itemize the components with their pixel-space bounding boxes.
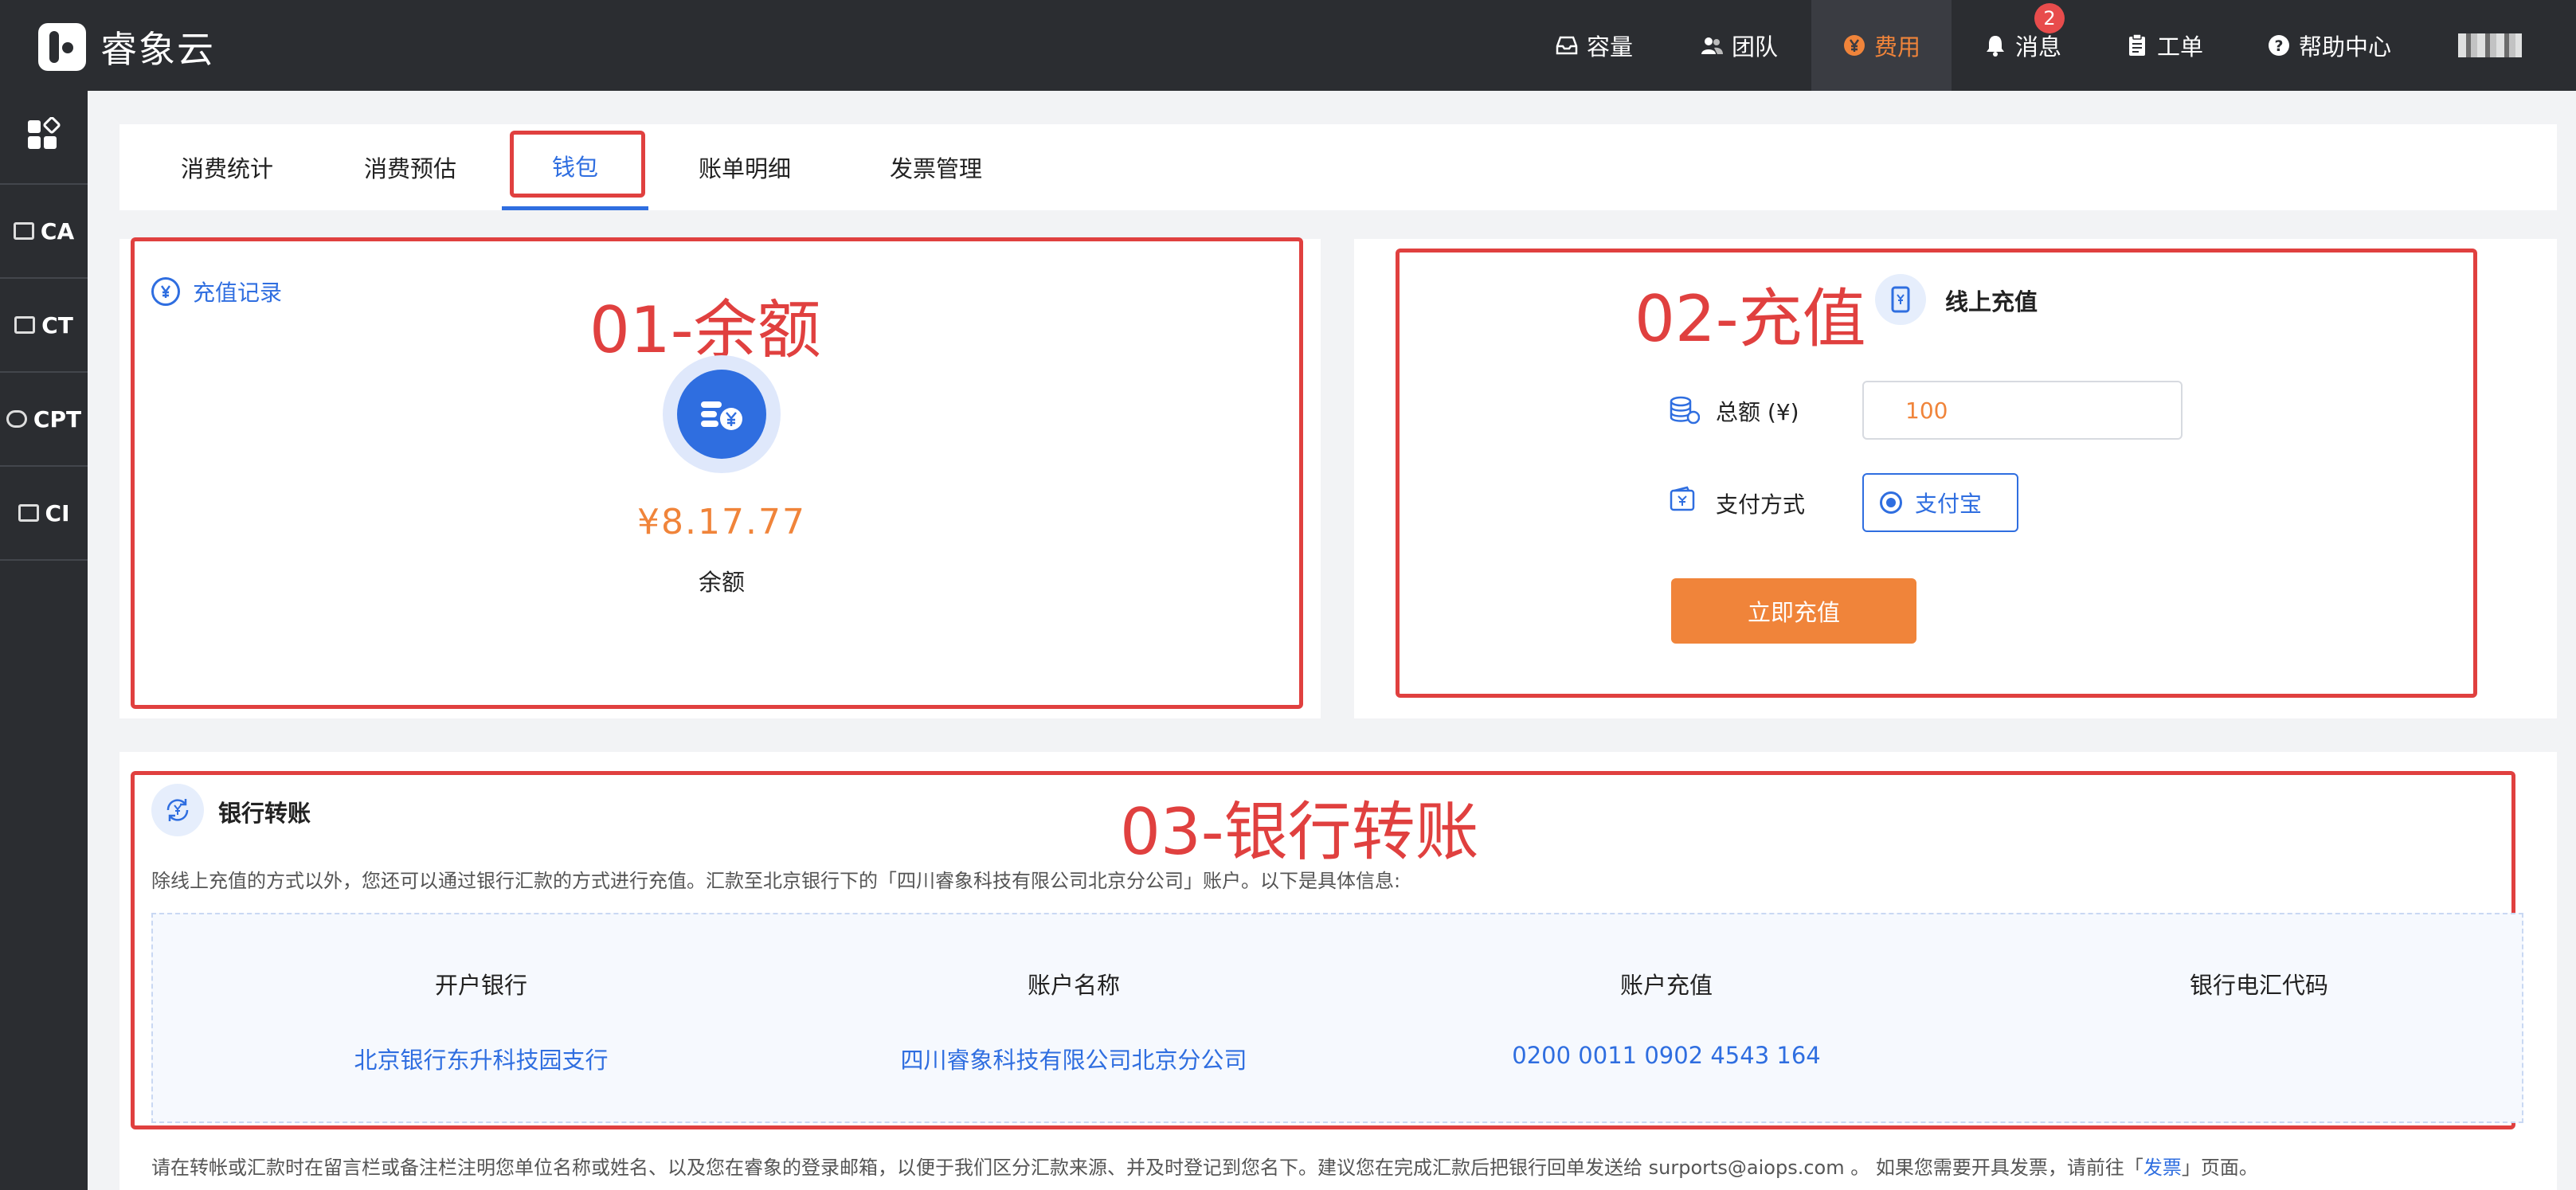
- payment-method-label: 支付方式: [1716, 491, 1806, 518]
- coin-stack-icon: [1668, 395, 1701, 429]
- tab-invoice-management[interactable]: 发票管理: [860, 124, 1012, 210]
- svg-text:?: ?: [2274, 37, 2283, 55]
- yen-icon: [1842, 33, 1866, 57]
- app-name: 睿象云: [100, 28, 215, 71]
- bank-info-table: 开户银行 账户名称 账户充值 银行电汇代码 北京银行东升科技园支行 四川睿象科技…: [151, 913, 2523, 1123]
- monitor-icon: [18, 504, 39, 522]
- team-icon: [1700, 33, 1724, 57]
- nav-item-tickets[interactable]: 工单: [2125, 0, 2203, 91]
- bank-name-value: 北京银行东升科技园支行: [354, 1047, 609, 1074]
- online-recharge-title: 线上充值: [1945, 288, 2038, 315]
- column-header: 开户银行: [434, 972, 527, 999]
- tab-consumption-forecast[interactable]: 消费预估: [335, 124, 486, 210]
- account-name-value: 四川睿象科技有限公司北京分公司: [900, 1047, 1247, 1074]
- footnote-text: 请在转帐或汇款时在留言栏或备注栏注明您单位名称或姓名、以及您在睿象的登录邮箱，以…: [151, 1157, 2143, 1179]
- sidebar-item-ci[interactable]: CI: [0, 467, 88, 561]
- nav-label: 费用: [1873, 33, 1920, 61]
- bank-transfer-intro: 除线上充值的方式以外，您还可以通过银行汇款的方式进行充值。汇款至北京银行下的「四…: [151, 870, 1401, 892]
- records-link-label: 充值记录: [193, 280, 283, 306]
- invoice-link[interactable]: 发票: [2143, 1157, 2182, 1179]
- nav-item-help[interactable]: ? 帮助中心: [2267, 0, 2391, 91]
- monitor-icon: [14, 316, 36, 334]
- clipboard-icon: [2125, 33, 2149, 57]
- coins-icon: [677, 370, 766, 459]
- sidebar-item-label: CI: [45, 499, 70, 526]
- wallet-badge: [663, 355, 781, 473]
- nav-label: 容量: [1587, 33, 1634, 61]
- yen-clock-icon: [151, 277, 180, 306]
- column-header: 账户名称: [1027, 972, 1120, 999]
- balance-amount: ¥8.17.77: [637, 502, 806, 542]
- sidebar-item-label: CA: [40, 217, 75, 245]
- monitor-icon: [13, 222, 34, 240]
- nav-label: 工单: [2157, 33, 2204, 61]
- nav-label: 消息: [2015, 33, 2062, 61]
- bank-transfer-footnote: 请在转帐或汇款时在留言栏或备注栏注明您单位名称或姓名、以及您在睿象的登录邮箱，以…: [151, 1152, 2258, 1180]
- column-header: 银行电汇代码: [2189, 972, 2328, 999]
- annotation-bank-transfer: 03-银行转账: [1120, 795, 1479, 869]
- tray-icon: [1555, 33, 1579, 57]
- alipay-radio[interactable]: 支付宝: [1862, 473, 2018, 532]
- apps-icon: [26, 115, 61, 158]
- phone-icon: [1875, 274, 1926, 325]
- wallet-tab-highlight: [510, 131, 645, 198]
- sidebar-item-label: CPT: [33, 405, 82, 433]
- left-sidebar: CA CT CPT CI: [0, 91, 88, 1190]
- tab-bill-details[interactable]: 账单明细: [669, 124, 820, 210]
- recharge-now-button[interactable]: 立即充值: [1671, 578, 1916, 644]
- recharge-records-link[interactable]: 充值记录: [151, 276, 282, 307]
- amount-input[interactable]: 100: [1862, 381, 2183, 440]
- user-avatar[interactable]: [2458, 33, 2522, 57]
- nav-item-billing[interactable]: 费用: [1811, 0, 1952, 91]
- annotation-recharge: 02-充值: [1634, 282, 1866, 356]
- top-nav: 睿象云 容量 团队 费用 消息 2 工单 ? 帮助中心: [0, 0, 2576, 91]
- app-logo[interactable]: 睿象云: [38, 21, 215, 73]
- tab-consumption-stats[interactable]: 消费统计: [151, 124, 303, 210]
- radio-checked-icon: [1880, 491, 1902, 514]
- wallet-icon: [1670, 486, 1697, 516]
- balance-label: 余额: [698, 569, 745, 596]
- help-icon: ?: [2267, 33, 2291, 57]
- nav-label: 团队: [1732, 33, 1779, 61]
- sidebar-item-ca[interactable]: CA: [0, 185, 88, 279]
- nav-item-capacity[interactable]: 容量: [1555, 0, 1633, 91]
- column-header: 账户充值: [1619, 972, 1713, 999]
- account-number-value: 0200 0011 0902 4543 164: [1512, 1042, 1821, 1069]
- sidebar-item-cpt[interactable]: CPT: [0, 373, 88, 467]
- bell-icon: [1983, 33, 2007, 57]
- amount-label: 总额 (¥): [1716, 399, 1799, 425]
- transfer-icon: [151, 784, 204, 836]
- logo-icon: [38, 23, 86, 71]
- billing-tabs: 消费统计 消费预估 钱包 账单明细 发票管理: [119, 124, 2557, 210]
- cloud-icon: [6, 410, 27, 428]
- sidebar-item-apps[interactable]: [0, 91, 88, 185]
- bank-transfer-title: 银行转账: [218, 800, 311, 827]
- message-count-badge: 2: [2034, 3, 2065, 33]
- nav-item-team[interactable]: 团队: [1700, 0, 1778, 91]
- nav-label: 帮助中心: [2299, 33, 2392, 61]
- footnote-text-end: 」页面。: [2181, 1157, 2258, 1179]
- sidebar-item-label: CT: [41, 311, 73, 339]
- sidebar-item-ct[interactable]: CT: [0, 279, 88, 373]
- alipay-label: 支付宝: [1915, 491, 1983, 517]
